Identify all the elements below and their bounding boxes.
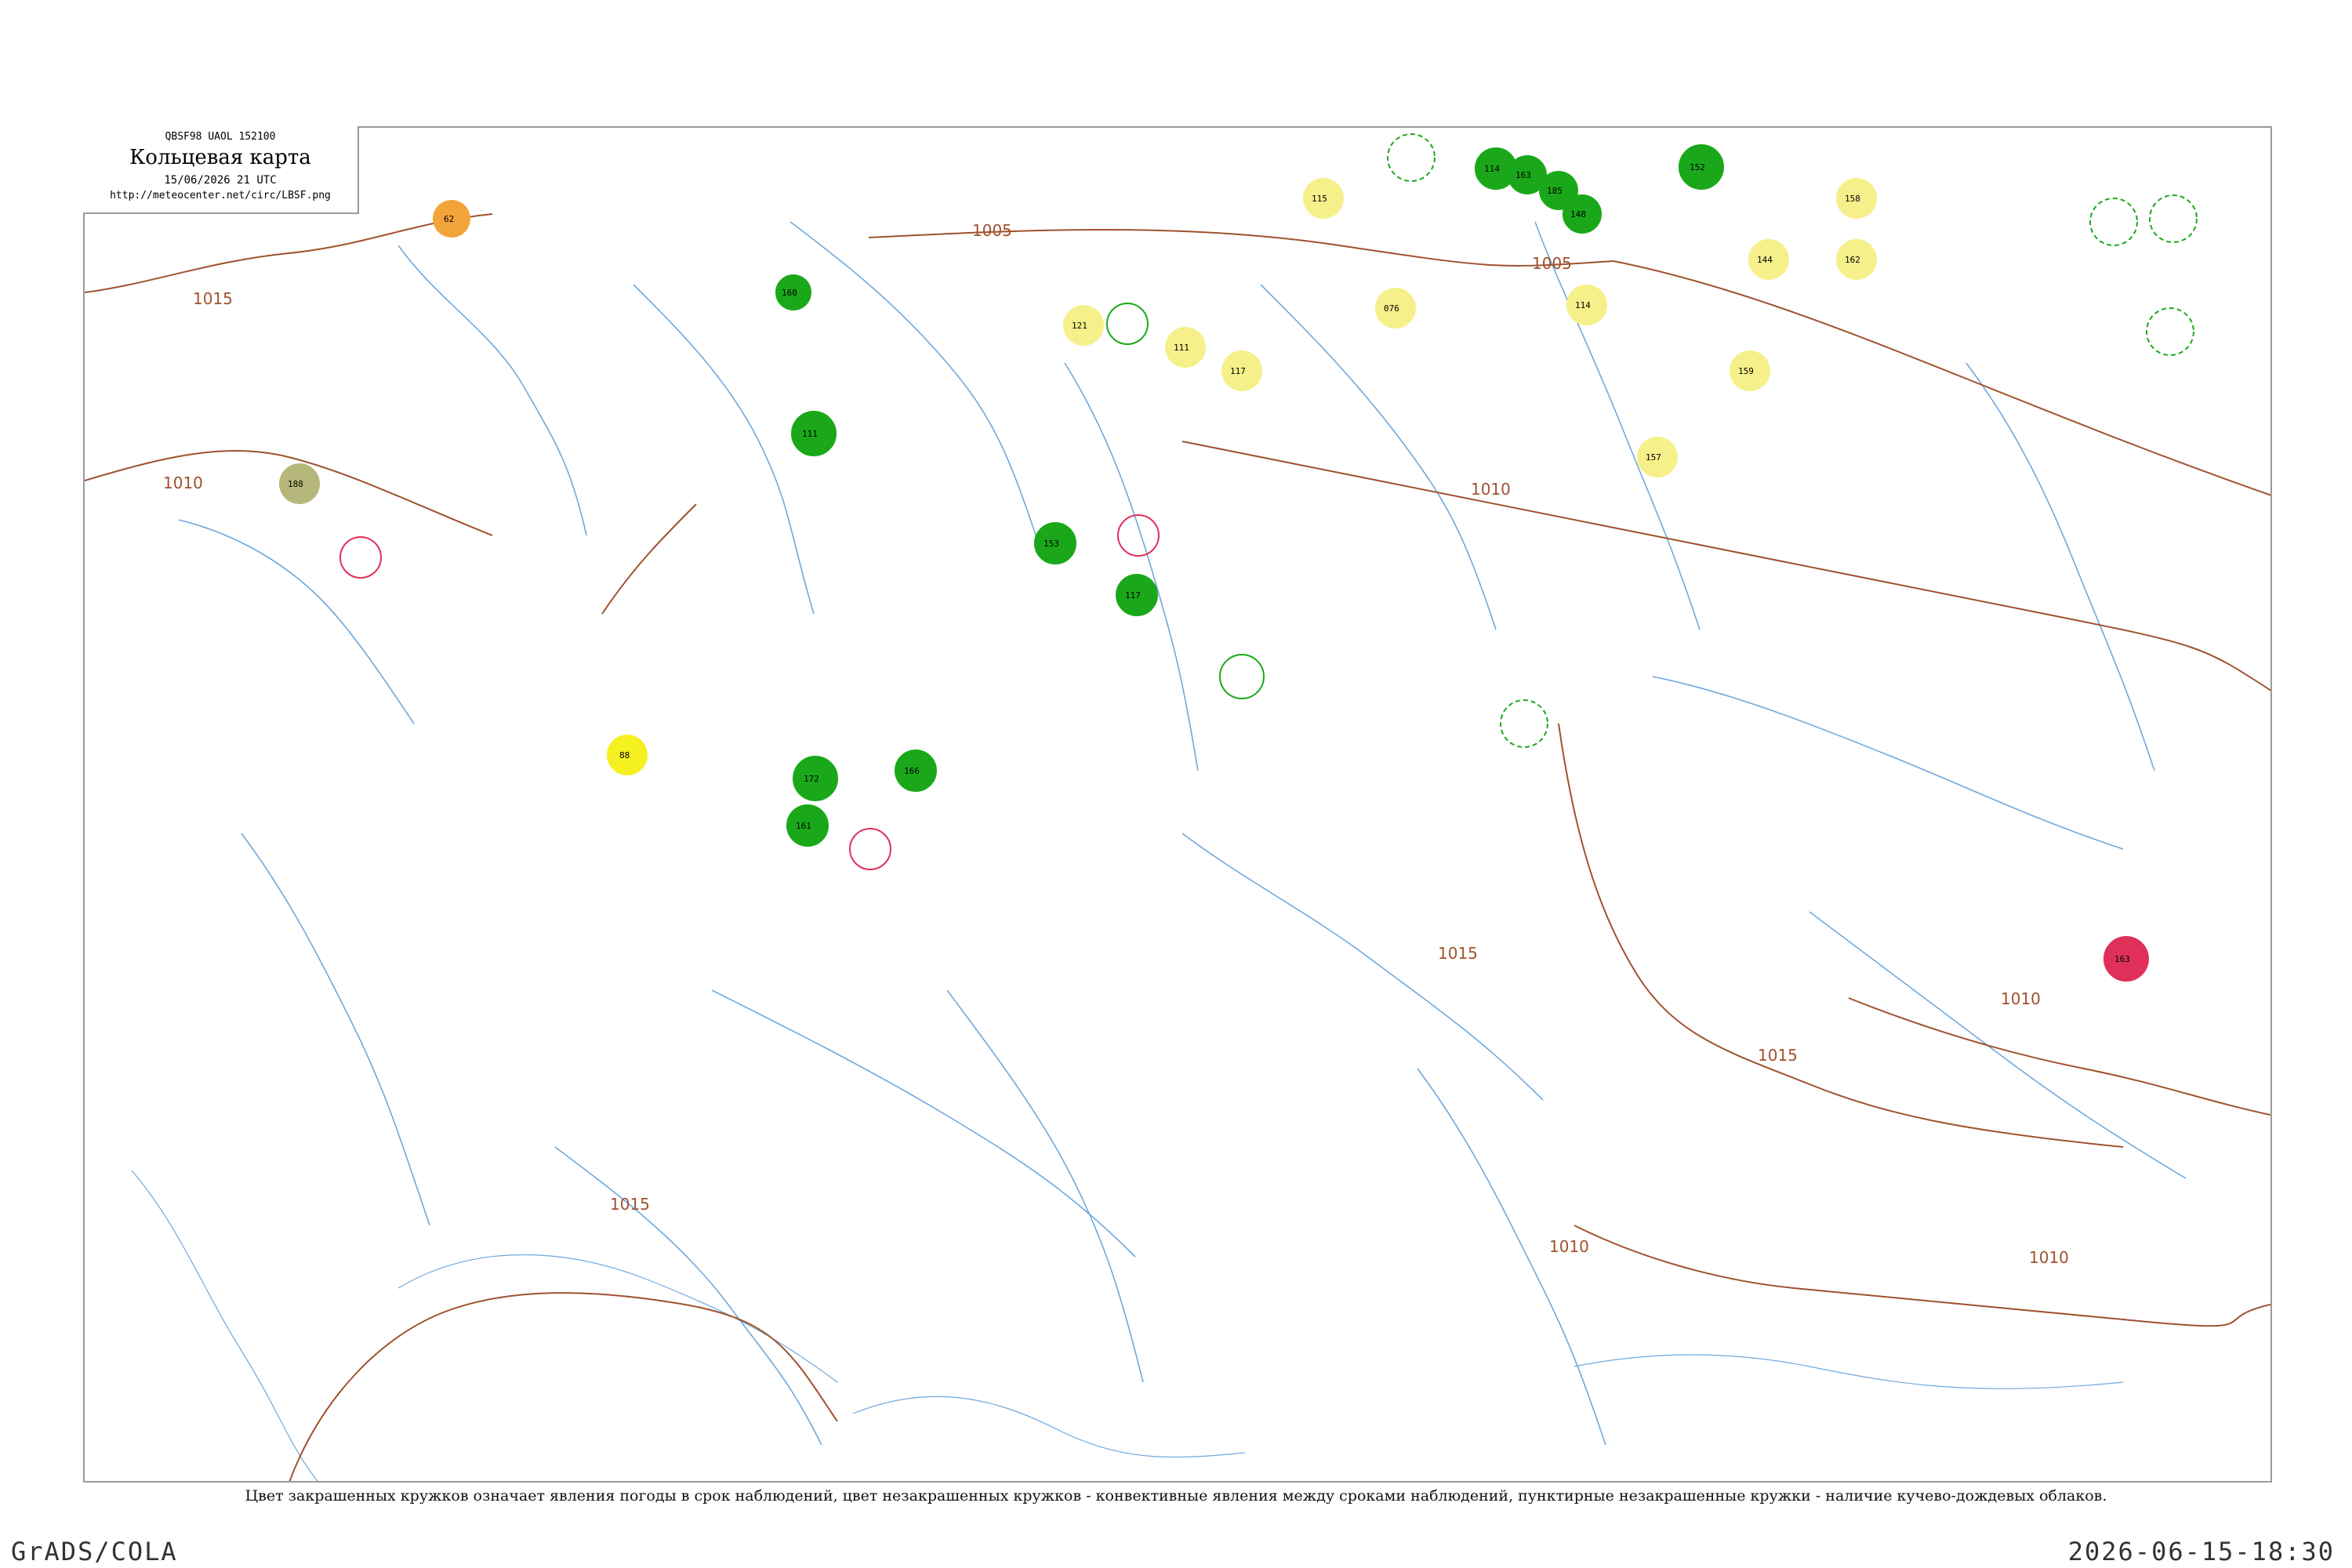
legend-caption: Цвет закрашенных кружков означает явлени… [245, 1487, 2107, 1504]
station-label: 111 [802, 429, 818, 439]
isobar-label: 1010 [1549, 1237, 1589, 1256]
bulletin-code: QBSF98 UAOL 152100 [165, 131, 276, 143]
station-label: 111 [1174, 343, 1189, 353]
coastline [131, 1170, 2124, 1481]
software-credit: GrADS/COLA [11, 1537, 178, 1566]
isobar-label: 1005 [972, 221, 1012, 240]
station-label: 117 [1125, 590, 1141, 601]
cb-circle [1106, 303, 1149, 345]
cb-circle [1219, 654, 1265, 699]
station-label: 121 [1072, 321, 1087, 331]
observation-datetime: 15/06/2026 21 UTC [164, 174, 277, 187]
station-label: 163 [1515, 170, 1531, 180]
station-label: 161 [796, 821, 811, 831]
map-frame: 1015 1010 1005 1010 1005 1015 1010 1015 … [83, 126, 2272, 1483]
isobar-label: 1015 [193, 289, 233, 308]
station-label: 166 [904, 766, 920, 776]
isobar-label: 1010 [2029, 1248, 2069, 1267]
station-label: 159 [1738, 366, 1754, 376]
station-label: 163 [2114, 954, 2130, 964]
station-label: 188 [288, 479, 303, 489]
station-label: 158 [1845, 194, 1860, 204]
station-label: 162 [1845, 255, 1860, 265]
station-label: 117 [1230, 366, 1246, 376]
cb-circle [1117, 514, 1160, 557]
synoptic-map: 1015 1010 1005 1010 1005 1015 1010 1015 … [85, 133, 2270, 1481]
station-label: 160 [782, 288, 797, 298]
cb-circle [2089, 198, 2138, 246]
cb-circle [2146, 307, 2194, 356]
cb-circle [849, 828, 891, 870]
river-network [178, 221, 2187, 1446]
station-label: 153 [1044, 539, 1059, 549]
station-label: 62 [444, 214, 454, 224]
station-label: 144 [1757, 255, 1773, 265]
station-label: 148 [1570, 209, 1586, 220]
station-markers: 160 111 153 117 114 163 185 148 152 172 … [279, 133, 2198, 982]
isobar-label: 1005 [1532, 254, 1572, 273]
isobar-label: 1010 [1471, 480, 1511, 499]
cb-circle [1500, 699, 1548, 748]
station-label: 88 [619, 750, 630, 760]
station-label: 076 [1384, 303, 1399, 314]
source-url[interactable]: http://meteocenter.net/circ/LBSF.png [83, 190, 358, 201]
station-label: 114 [1575, 300, 1591, 310]
isobar-labels: 1015 1010 1005 1010 1005 1015 1010 1015 … [163, 221, 2069, 1267]
cb-circle [1387, 133, 1436, 182]
cb-circle [339, 536, 382, 579]
station-label: 185 [1547, 186, 1563, 196]
title-box: QBSF98 UAOL 152100 Кольцевая карта 15/06… [83, 126, 359, 214]
station-label: 172 [804, 774, 819, 784]
isobar-label: 1015 [1758, 1046, 1798, 1065]
station-label: 115 [1312, 194, 1327, 204]
isobar-label: 1015 [610, 1195, 650, 1214]
page-title: Кольцевая карта [129, 146, 311, 169]
isobar-label: 1010 [2001, 989, 2041, 1008]
isobars [85, 213, 2270, 1481]
station-label: 114 [1484, 164, 1500, 174]
station-label: 152 [1690, 162, 1705, 172]
render-timestamp: 2026-06-15-18:30 [2067, 1537, 2335, 1566]
station-label: 157 [1646, 452, 1661, 463]
cb-circle [2149, 194, 2198, 243]
isobar-label: 1015 [1438, 944, 1478, 963]
isobar-label: 1010 [163, 474, 203, 492]
